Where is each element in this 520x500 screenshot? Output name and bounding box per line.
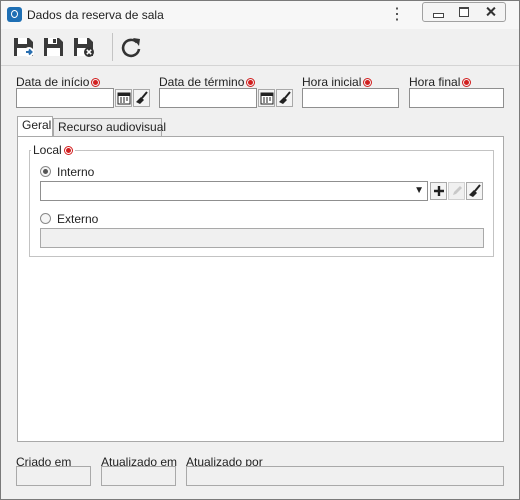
save-and-close-button[interactable] (71, 34, 97, 60)
internal-label: Interno (57, 165, 95, 179)
start-time-label-text: Hora inicial (302, 75, 362, 89)
required-icon (246, 78, 256, 87)
edit-location-button[interactable] (448, 182, 465, 200)
broom-icon (136, 91, 148, 104)
calendar-icon (117, 92, 131, 105)
start-date-label: Data de início (16, 75, 101, 89)
required-icon (462, 78, 472, 87)
end-time-label-text: Hora final (409, 75, 461, 89)
start-date-input[interactable] (16, 88, 114, 108)
start-time-label: Hora inicial (302, 75, 373, 89)
dropdown-arrow-icon: ▼ (414, 185, 424, 196)
internal-radio[interactable] (40, 166, 51, 177)
plus-icon (434, 186, 444, 196)
dialog-window: Dados da reserva de sala ⋮ Data de iníci… (0, 0, 520, 500)
floppy-x-icon (74, 38, 94, 57)
close-icon[interactable] (478, 3, 503, 21)
save-button[interactable] (41, 34, 67, 60)
required-icon (63, 146, 73, 155)
external-location-input[interactable] (40, 228, 484, 248)
local-legend: Local (31, 143, 75, 157)
end-date-calendar-button[interactable] (258, 89, 275, 107)
start-date-label-text: Data de início (16, 75, 90, 89)
end-date-label-text: Data de término (159, 75, 245, 89)
required-icon (91, 78, 101, 87)
end-time-label: Hora final (409, 75, 472, 89)
tab-geral[interactable]: Geral (17, 116, 53, 136)
end-time-input[interactable] (409, 88, 504, 108)
toolbar (1, 29, 519, 66)
required-icon (363, 78, 373, 87)
end-date-input[interactable] (159, 88, 257, 108)
updated-field (101, 466, 176, 486)
refresh-icon (121, 38, 141, 58)
add-location-button[interactable] (430, 182, 447, 200)
external-radio[interactable] (40, 213, 51, 224)
window-title: Dados da reserva de sala (27, 8, 164, 22)
save-and-new-button[interactable] (11, 34, 37, 60)
created-field (16, 466, 91, 486)
external-label: Externo (57, 212, 99, 226)
kebab-menu-icon[interactable]: ⋮ (389, 5, 405, 25)
app-icon (7, 7, 22, 22)
maximize-icon[interactable] (451, 3, 476, 21)
local-fieldset: Local Interno ▼ Externo (29, 143, 494, 257)
toolbar-separator (112, 33, 113, 61)
tab-recurso-audiovisual[interactable]: Recurso audiovisual (53, 118, 166, 136)
title-bar: Dados da reserva de sala ⋮ (1, 1, 519, 29)
end-date-clear-button[interactable] (276, 89, 293, 107)
end-date-label: Data de término (159, 75, 256, 89)
refresh-button[interactable] (118, 34, 144, 60)
pencil-icon (453, 186, 462, 195)
start-date-clear-button[interactable] (133, 89, 150, 107)
start-date-calendar-button[interactable] (115, 89, 132, 107)
tab-panel-geral: Local Interno ▼ Externo (17, 136, 504, 442)
updated-by-field (186, 466, 504, 486)
minimize-icon[interactable] (425, 3, 450, 21)
local-legend-text: Local (33, 143, 62, 157)
floppy-arrow-icon (14, 38, 34, 57)
calendar-icon (260, 92, 274, 105)
floppy-icon (44, 38, 63, 56)
internal-location-select[interactable]: ▼ (40, 181, 428, 201)
broom-icon (469, 184, 481, 197)
start-time-input[interactable] (302, 88, 399, 108)
broom-icon (279, 91, 291, 104)
window-controls (422, 2, 506, 22)
clear-location-button[interactable] (466, 182, 483, 200)
